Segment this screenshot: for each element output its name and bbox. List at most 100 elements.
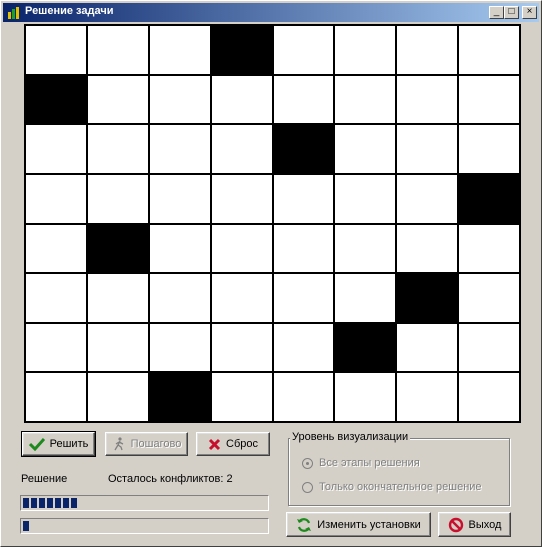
board-cell[interactable] — [273, 26, 334, 74]
board-cell-queen[interactable] — [149, 373, 210, 421]
board-cell[interactable] — [397, 323, 458, 372]
board-cell[interactable] — [26, 174, 86, 223]
board-cell[interactable] — [273, 274, 334, 322]
board-cell[interactable] — [87, 373, 148, 421]
board-cell[interactable] — [26, 373, 86, 421]
board-cell[interactable] — [273, 373, 334, 421]
board-cell[interactable] — [459, 75, 519, 124]
chess-board[interactable] — [24, 24, 521, 423]
board-cell-queen[interactable] — [335, 323, 396, 372]
window-title: Решение задачи — [25, 5, 114, 17]
walking-man-icon — [114, 437, 123, 451]
board-cell[interactable] — [397, 75, 458, 124]
radio-all-stages-label: Все этапы решения — [319, 457, 420, 469]
progress-segment — [71, 498, 77, 508]
board-cell[interactable] — [397, 26, 458, 74]
board-cell[interactable] — [273, 224, 334, 273]
board-cell[interactable] — [87, 26, 148, 74]
board-cell[interactable] — [335, 274, 396, 322]
board-cell[interactable] — [26, 125, 86, 173]
solve-button[interactable]: Решить — [21, 431, 96, 457]
board-cell[interactable] — [335, 174, 396, 223]
close-button[interactable]: × — [522, 6, 537, 19]
board-cell[interactable] — [87, 75, 148, 124]
board-cell[interactable] — [459, 323, 519, 372]
step-button[interactable]: Пошагово — [105, 432, 188, 456]
radio-all-stages[interactable]: Все этапы решения — [302, 457, 420, 469]
board-cell[interactable] — [149, 26, 210, 74]
board-cell[interactable] — [149, 274, 210, 322]
board-cell[interactable] — [335, 224, 396, 273]
board-cell[interactable] — [211, 125, 272, 173]
solution-label: Решение — [21, 473, 68, 485]
progress-bar-secondary — [20, 518, 269, 534]
minimize-button[interactable]: _ — [489, 6, 504, 19]
board-cell[interactable] — [149, 323, 210, 372]
progress-bar-main — [20, 495, 269, 511]
board-cell[interactable] — [273, 323, 334, 372]
board-cell-queen[interactable] — [459, 174, 519, 223]
exit-button[interactable]: Выход — [438, 512, 511, 537]
board-cell[interactable] — [26, 224, 86, 273]
reset-button[interactable]: Сброс — [196, 432, 270, 456]
board-cell[interactable] — [26, 274, 86, 322]
board-cell[interactable] — [273, 75, 334, 124]
board-cell[interactable] — [273, 174, 334, 223]
board-cell[interactable] — [459, 224, 519, 273]
board-cell[interactable] — [211, 323, 272, 372]
progress-segment — [23, 498, 29, 508]
board-cell[interactable] — [335, 373, 396, 421]
board-cell[interactable] — [26, 323, 86, 372]
board-cell[interactable] — [459, 373, 519, 421]
board-cell-queen[interactable] — [26, 75, 86, 124]
board-cell[interactable] — [335, 26, 396, 74]
radio-final-only-label: Только окончательное решение — [319, 481, 482, 493]
board-cell[interactable] — [397, 125, 458, 173]
app-icon — [8, 7, 19, 19]
board-cell[interactable] — [211, 75, 272, 124]
board-cell[interactable] — [87, 274, 148, 322]
board-cell[interactable] — [87, 323, 148, 372]
progress-segment — [39, 498, 45, 508]
title-bar[interactable]: Решение задачи _ □ × — [3, 3, 539, 22]
board-cell-queen[interactable] — [211, 26, 272, 74]
board-cell[interactable] — [87, 174, 148, 223]
refresh-icon — [297, 517, 312, 532]
board-cell[interactable] — [211, 174, 272, 223]
progress-segment — [63, 498, 69, 508]
progress-segment — [31, 498, 37, 508]
visualization-group-title: Уровень визуализации — [290, 431, 411, 443]
reset-button-label: Сброс — [226, 438, 258, 450]
solver-window: Решение задачи _ □ × Решить Пошагово Сбр… — [0, 0, 542, 547]
board-cell[interactable] — [397, 224, 458, 273]
board-cell[interactable] — [397, 174, 458, 223]
board-cell[interactable] — [149, 224, 210, 273]
board-cell[interactable] — [459, 26, 519, 74]
radio-dot-selected[interactable] — [302, 457, 313, 469]
board-cell[interactable] — [211, 373, 272, 421]
board-cell[interactable] — [149, 75, 210, 124]
board-cell[interactable] — [211, 274, 272, 322]
board-cell[interactable] — [459, 125, 519, 173]
board-cell[interactable] — [459, 274, 519, 322]
exit-button-label: Выход — [468, 518, 502, 531]
change-settings-button[interactable]: Изменить установки — [286, 512, 431, 537]
board-cell-queen[interactable] — [397, 274, 458, 322]
board-cell[interactable] — [26, 26, 86, 74]
board-cell[interactable] — [211, 224, 272, 273]
board-cell[interactable] — [87, 125, 148, 173]
board-cell-queen[interactable] — [273, 125, 334, 173]
progress-segment — [23, 521, 29, 531]
visualization-group — [288, 438, 510, 506]
board-cell-queen[interactable] — [87, 224, 148, 273]
board-cell[interactable] — [149, 174, 210, 223]
board-cell[interactable] — [335, 75, 396, 124]
radio-final-only[interactable]: Только окончательное решение — [302, 481, 482, 493]
step-button-label: Пошагово — [130, 438, 182, 450]
maximize-button[interactable]: □ — [504, 6, 519, 19]
radio-dot[interactable] — [302, 481, 313, 493]
board-cell[interactable] — [397, 373, 458, 421]
board-cell[interactable] — [335, 125, 396, 173]
board-cell[interactable] — [149, 125, 210, 173]
change-settings-label: Изменить установки — [317, 518, 421, 531]
